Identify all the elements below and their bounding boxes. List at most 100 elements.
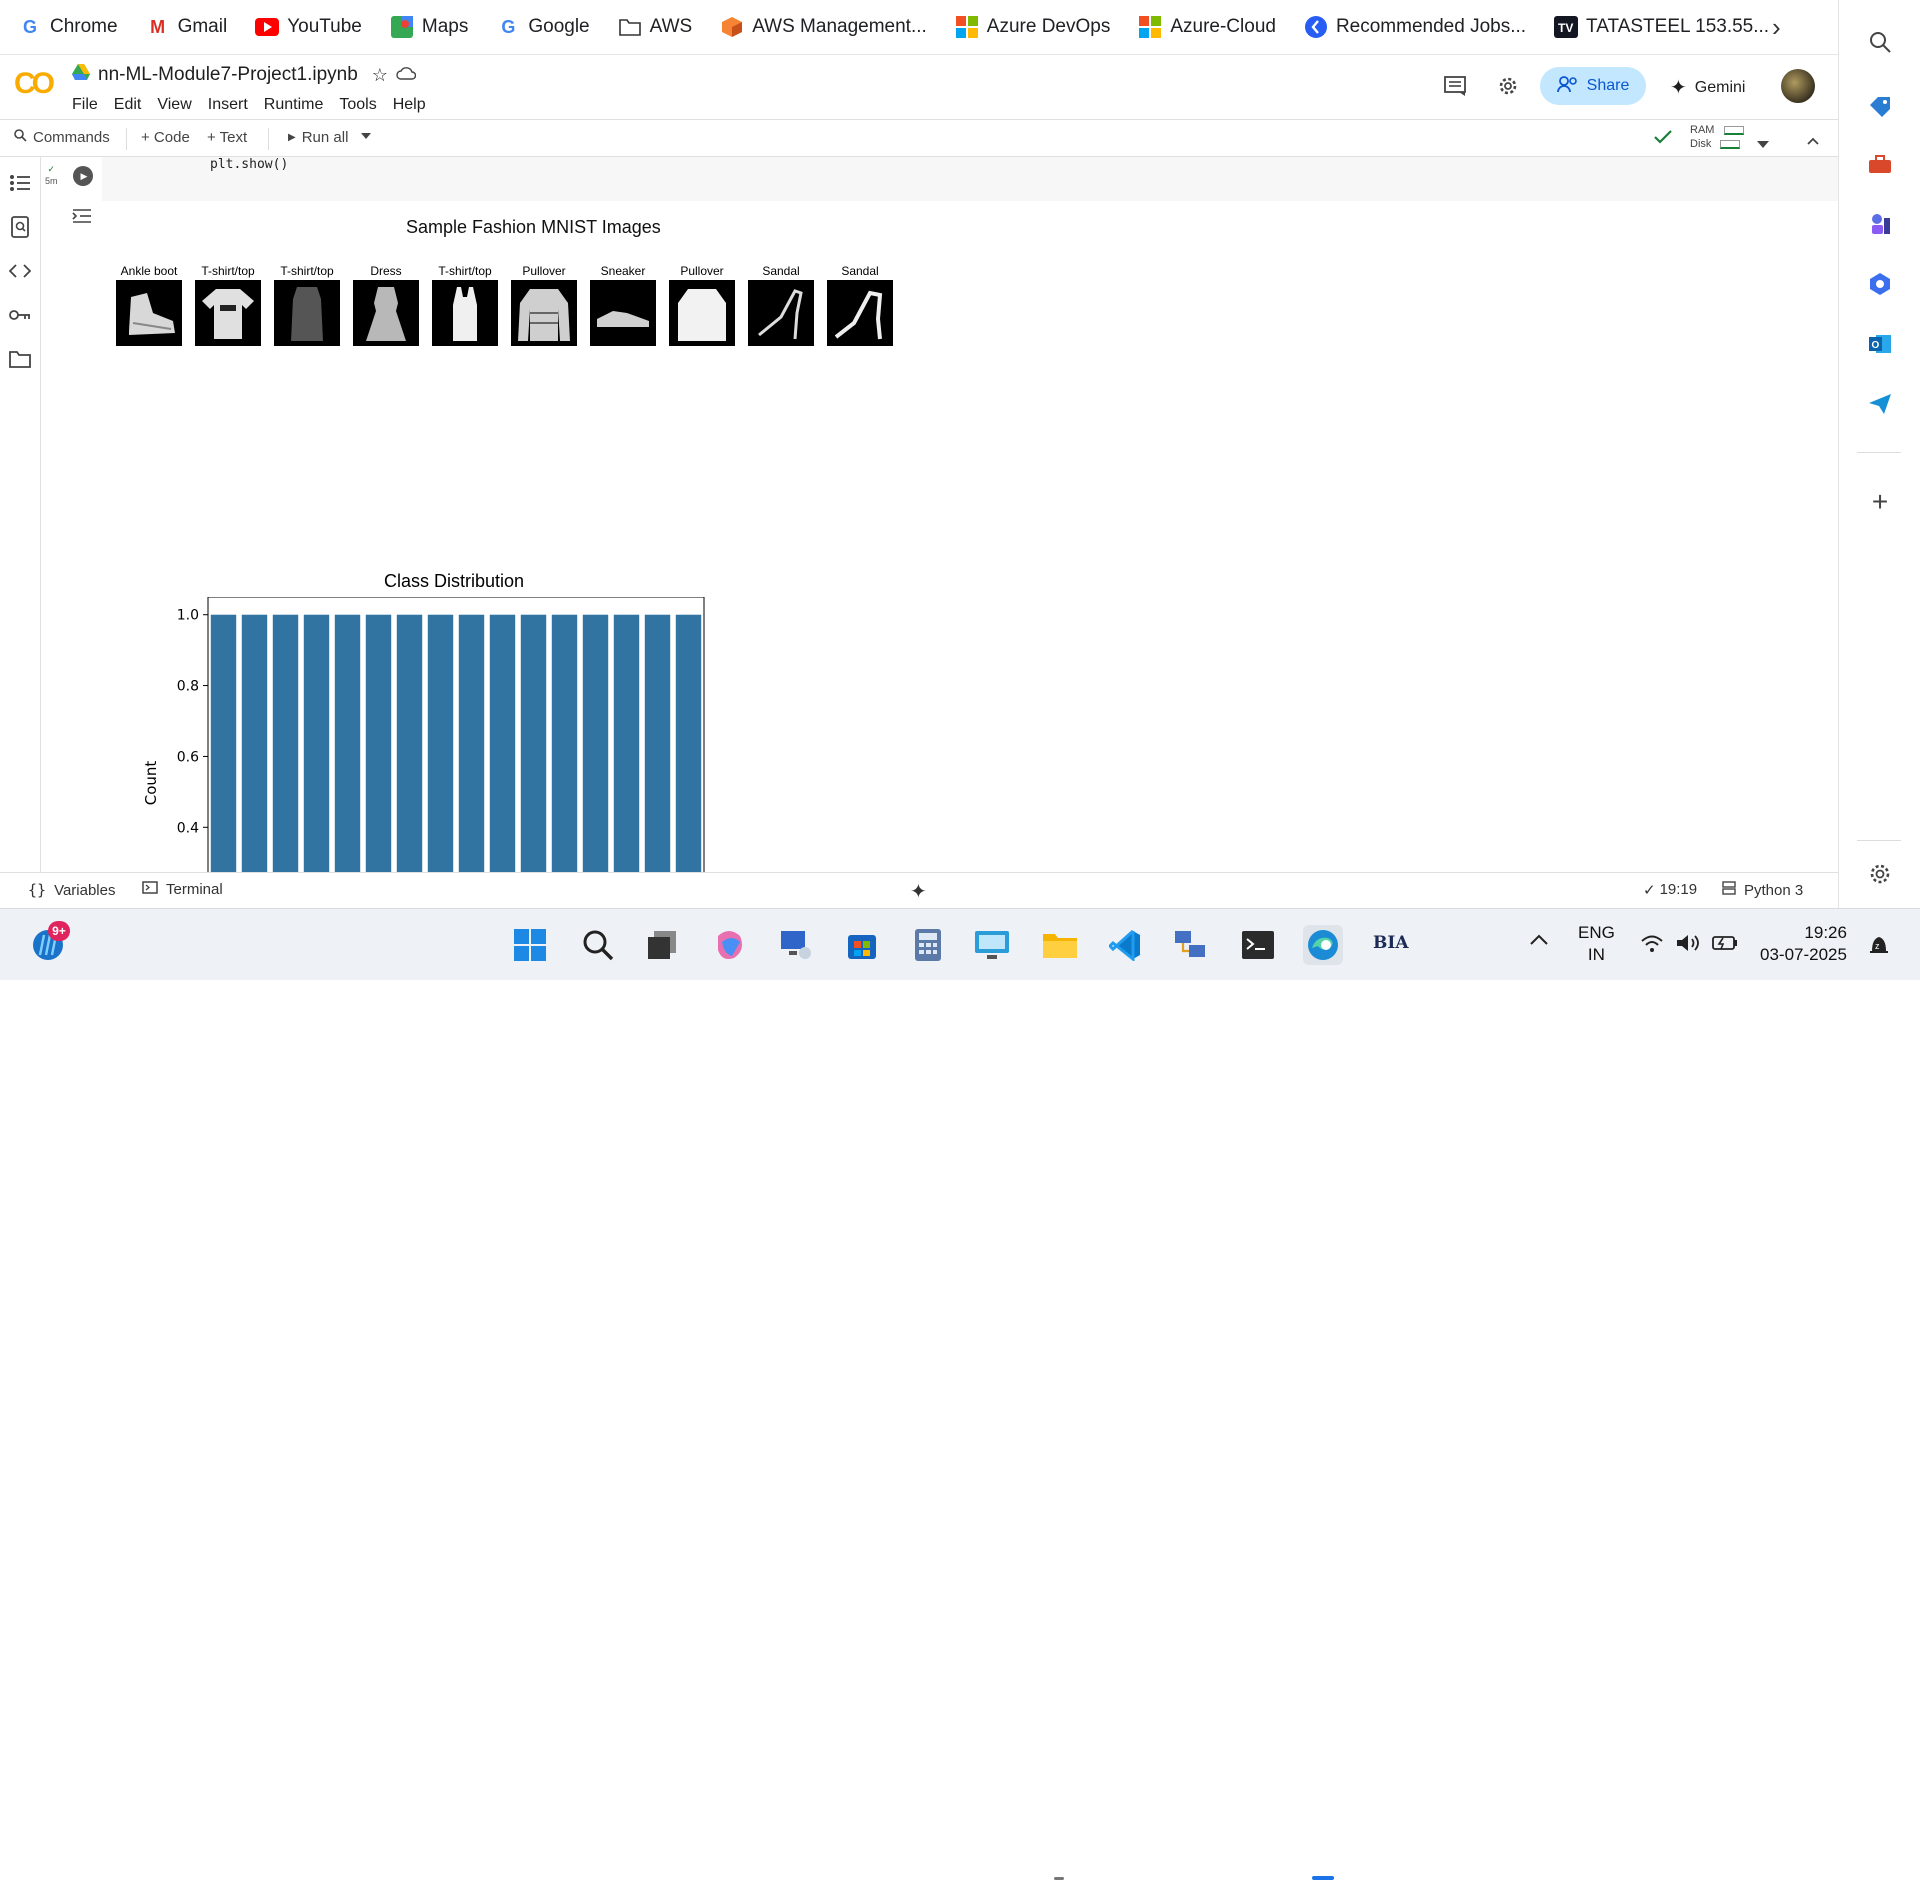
gemini-button[interactable]: ✦ Gemini	[1670, 75, 1745, 100]
menu-runtime[interactable]: Runtime	[264, 96, 324, 114]
star-icon[interactable]: ☆	[372, 65, 388, 86]
bookmark-aws[interactable]: AWS	[618, 15, 692, 39]
cloud-icon[interactable]	[396, 64, 417, 86]
code-cell[interactable]: plt.show()	[102, 157, 1838, 201]
network-app-icon[interactable]	[1170, 925, 1210, 965]
vscode-icon[interactable]	[1105, 925, 1145, 965]
run-cell-button[interactable]: ▶	[73, 166, 93, 186]
windows-start-icon[interactable]	[510, 925, 550, 965]
bookmark-azure-cloud[interactable]: Azure-Cloud	[1138, 15, 1276, 39]
language-indicator[interactable]: ENG IN	[1578, 922, 1615, 966]
folder-icon[interactable]	[8, 347, 32, 371]
mnist-thumbnail: Sandal	[827, 264, 893, 346]
chevron-up-icon[interactable]	[1807, 132, 1819, 149]
bookmark-chrome[interactable]: G Chrome	[18, 15, 118, 39]
search-icon[interactable]	[578, 925, 618, 965]
kernel-indicator[interactable]: Python 3	[1722, 881, 1803, 899]
menu-help[interactable]: Help	[393, 96, 426, 114]
maps-icon	[390, 15, 414, 39]
sparkle-icon[interactable]: ✦	[910, 879, 927, 904]
cell-status: ✓ 5m	[45, 163, 58, 187]
bookmark-label: YouTube	[287, 16, 362, 37]
toolbox-icon[interactable]	[1866, 150, 1894, 178]
file-explorer-icon[interactable]	[1040, 925, 1080, 965]
wifi-icon[interactable]	[1640, 933, 1664, 958]
resource-monitor[interactable]: RAM Disk	[1690, 123, 1744, 151]
bookmark-recommended-jobs[interactable]: Recommended Jobs...	[1304, 15, 1526, 39]
games-icon[interactable]	[1866, 210, 1894, 238]
battery-icon[interactable]	[1712, 935, 1738, 956]
gear-icon[interactable]	[1496, 74, 1520, 103]
toc-icon[interactable]	[8, 171, 32, 195]
code-line[interactable]: plt.show()	[210, 157, 288, 172]
chart-bar	[303, 614, 330, 872]
code-snippets-icon[interactable]	[8, 259, 32, 283]
menu-insert[interactable]: Insert	[208, 96, 248, 114]
chart-bar	[675, 614, 702, 872]
pullover-image	[669, 280, 735, 346]
bookmark-google[interactable]: G Google	[496, 15, 589, 39]
bia-app[interactable]: BIA	[1373, 933, 1409, 953]
folder-icon	[618, 15, 642, 39]
output-collapse-icon[interactable]	[72, 208, 92, 229]
thumbnail-label: T-shirt/top	[280, 264, 334, 278]
send-icon[interactable]	[1866, 390, 1894, 418]
notebook-cell-area: plt.show() ✓ 5m ▶ Sample Fashion MNIST I…	[41, 157, 1838, 872]
shopping-tag-icon[interactable]	[1866, 92, 1894, 120]
search-icon[interactable]	[1866, 28, 1894, 56]
colab-logo[interactable]: CO	[14, 67, 55, 101]
edge-browser-icon[interactable]	[1303, 925, 1343, 965]
chart-bar	[241, 614, 268, 872]
copilot-app-icon[interactable]	[709, 925, 749, 965]
bookmark-tatasteel[interactable]: TV TATASTEEL 153.55...	[1554, 15, 1769, 39]
volume-icon[interactable]	[1675, 933, 1701, 958]
svg-text:TV: TV	[1558, 21, 1573, 35]
remote-desktop-icon[interactable]	[776, 925, 816, 965]
add-icon[interactable]: +	[1866, 486, 1894, 517]
chevron-down-icon[interactable]	[1757, 135, 1769, 152]
bookmark-maps[interactable]: Maps	[390, 15, 468, 39]
terminal-button[interactable]: Terminal	[142, 881, 223, 898]
run-all-dropdown[interactable]	[361, 133, 371, 139]
bookmark-gmail[interactable]: M Gmail	[146, 15, 227, 39]
colab-header: CO nn-ML-Module7-Project1.ipynb ☆ File E…	[0, 55, 1838, 119]
tshirt-image	[195, 280, 261, 346]
monitor-app-icon[interactable]	[972, 925, 1012, 965]
google-icon: G	[22, 16, 37, 37]
commands-button[interactable]: Commands	[14, 129, 110, 146]
connected-check-icon	[1654, 130, 1672, 148]
copilot-icon[interactable]	[1866, 270, 1894, 298]
share-button[interactable]: Share	[1540, 67, 1646, 105]
bookmark-aws-management[interactable]: AWS Management...	[720, 15, 927, 39]
mnist-thumbnail: T-shirt/top	[274, 264, 340, 346]
task-view-icon[interactable]	[642, 925, 682, 965]
notification-bell-icon[interactable]: z	[1868, 933, 1890, 962]
menu-tools[interactable]: Tools	[339, 96, 376, 114]
comment-icon[interactable]	[1443, 75, 1467, 102]
bookmark-youtube[interactable]: YouTube	[255, 15, 362, 39]
find-icon[interactable]	[8, 215, 32, 239]
gear-icon[interactable]	[1866, 860, 1894, 888]
variables-button[interactable]: {} Variables	[28, 881, 115, 899]
outlook-icon[interactable]: O	[1866, 330, 1894, 358]
clock[interactable]: 19:26 03-07-2025	[1760, 922, 1847, 966]
menu-edit[interactable]: Edit	[114, 96, 142, 114]
add-text-button[interactable]: + Text	[207, 129, 247, 146]
active-indicator	[1312, 1876, 1334, 1880]
chart-bar	[272, 614, 299, 872]
calculator-icon[interactable]	[908, 925, 948, 965]
add-code-button[interactable]: + Code	[141, 129, 190, 146]
chevron-up-icon[interactable]	[1530, 933, 1548, 951]
chart-bar	[644, 614, 671, 872]
terminal-app-icon[interactable]	[1238, 925, 1278, 965]
key-icon[interactable]	[8, 303, 32, 327]
run-all-button[interactable]: ▶ Run all	[288, 129, 348, 146]
store-icon[interactable]	[842, 925, 882, 965]
notebook-title[interactable]: nn-ML-Module7-Project1.ipynb	[98, 64, 358, 86]
menu-file[interactable]: File	[72, 96, 98, 114]
menu-view[interactable]: View	[157, 96, 191, 114]
chevron-right-icon[interactable]: ›	[1772, 12, 1781, 43]
execution-time[interactable]: ✓ 19:19	[1643, 881, 1697, 899]
bookmark-azure-devops[interactable]: Azure DevOps	[955, 15, 1110, 39]
avatar[interactable]	[1781, 69, 1815, 103]
